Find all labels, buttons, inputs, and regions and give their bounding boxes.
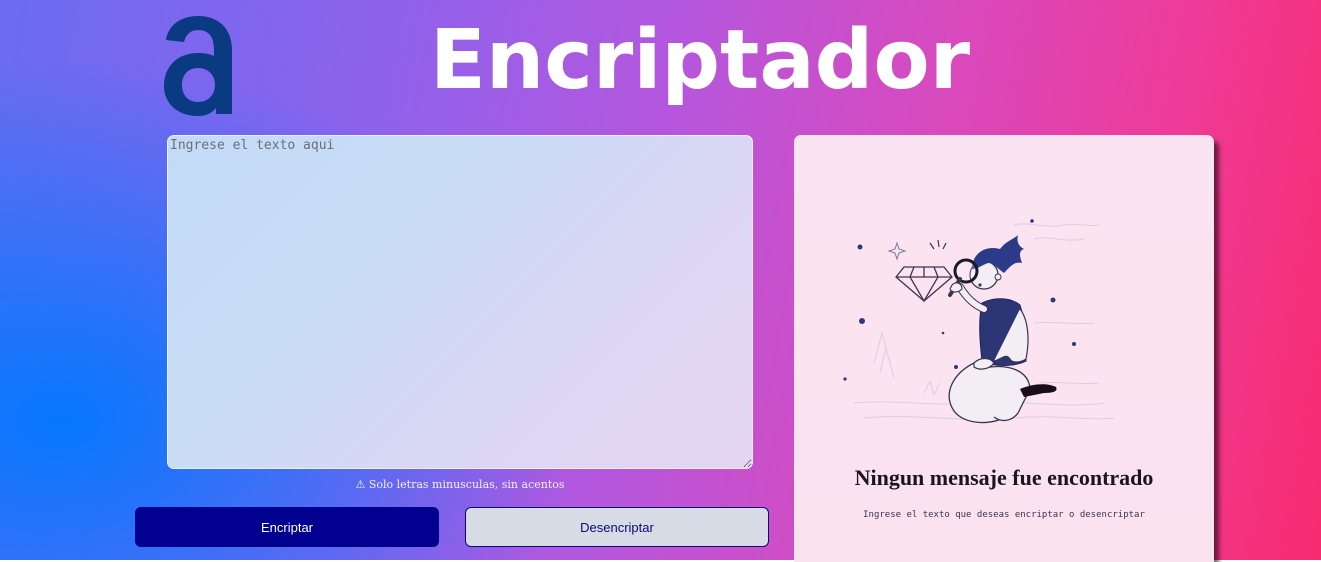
decrypt-button[interactable]: Desencriptar [465, 507, 769, 547]
input-warning: ⚠ Solo letras minusculas, sin acentos [355, 478, 565, 491]
result-subtitle: Ingrese el texto que deseas encriptar o … [863, 510, 1145, 520]
result-title: Ningun mensaje fue encontrado [854, 465, 1154, 490]
result-panel: Ningun mensaje fue encontrado Ingrese el… [794, 135, 1214, 562]
encrypt-button[interactable]: Encriptar [135, 507, 439, 547]
person-with-magnifying-glass-icon [843, 219, 1115, 424]
page-title: Encriptador [429, 13, 971, 108]
alura-logo-icon [164, 16, 232, 116]
text-input[interactable] [167, 135, 753, 469]
